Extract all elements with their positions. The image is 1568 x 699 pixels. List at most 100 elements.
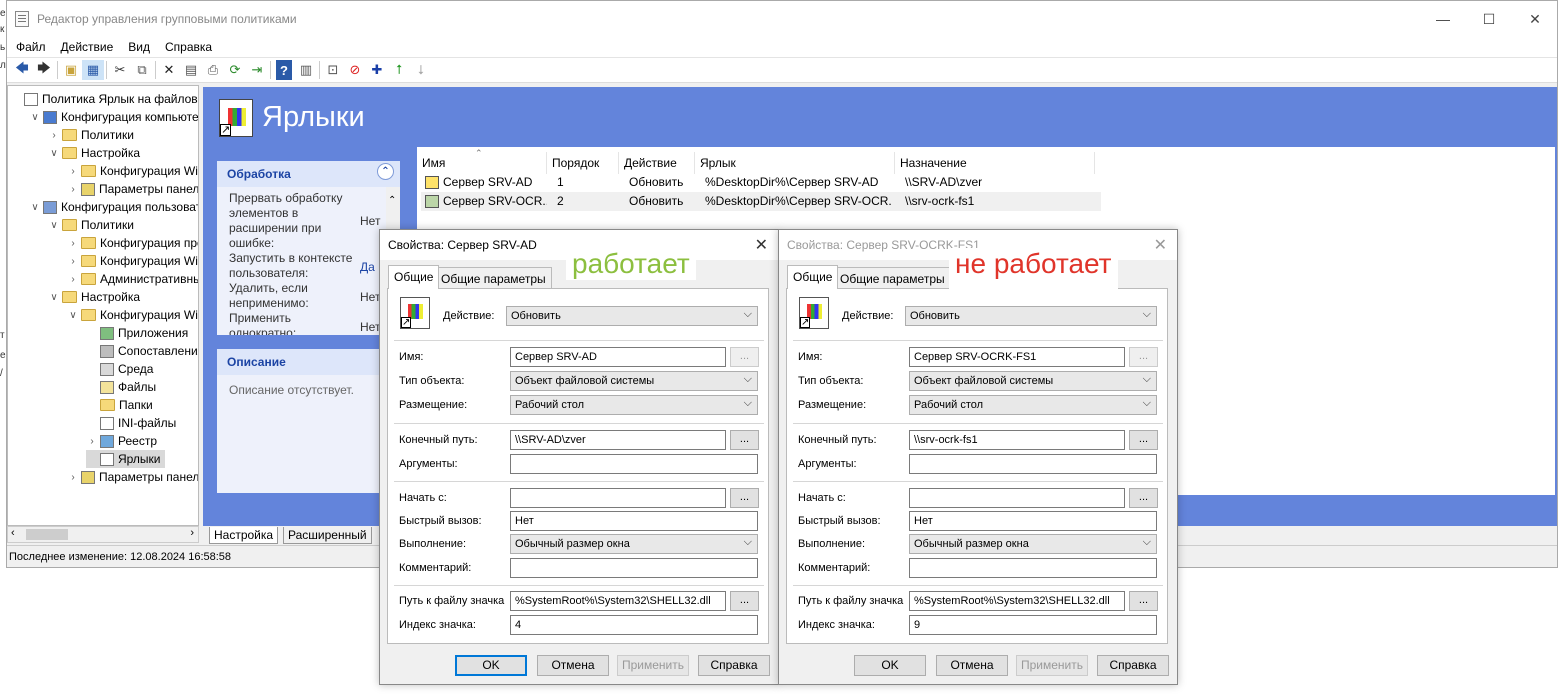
- arguments-field[interactable]: [909, 454, 1157, 474]
- chevron-right-icon[interactable]: ›: [67, 238, 79, 249]
- hotkey-field[interactable]: Нет: [909, 511, 1157, 531]
- tree-node[interactable]: › Параметры панели: [67, 180, 198, 198]
- tree-node[interactable]: › Реестр: [86, 432, 157, 450]
- icon-path-field[interactable]: %SystemRoot%\System32\SHELL32.dll: [909, 591, 1125, 611]
- tree-node[interactable]: › Конфигурация Wind: [67, 162, 198, 180]
- cut-icon[interactable]: ✂: [109, 60, 131, 80]
- apply-button[interactable]: Применить: [1016, 655, 1088, 676]
- scroll-thumb[interactable]: [26, 529, 68, 540]
- stop-icon[interactable]: ⊘: [344, 60, 366, 80]
- close-button[interactable]: ✕: [1512, 7, 1558, 31]
- chevron-down-icon[interactable]: ∨: [48, 292, 60, 303]
- action-select[interactable]: Обновить ⌵: [905, 306, 1157, 326]
- comment-field[interactable]: [909, 558, 1157, 578]
- console-icon[interactable]: ▥: [295, 60, 317, 80]
- chevron-down-icon[interactable]: ∨: [29, 202, 41, 213]
- menu-help[interactable]: Справка: [165, 40, 212, 54]
- tree-node[interactable]: ∨ Конфигурация Wind: [67, 306, 198, 324]
- chevron-down-icon[interactable]: ∨: [48, 220, 60, 231]
- chevron-right-icon[interactable]: ›: [67, 184, 79, 195]
- target-field[interactable]: \\SRV-AD\zver: [510, 430, 726, 450]
- chevron-right-icon[interactable]: ›: [67, 166, 79, 177]
- chevron-right-icon[interactable]: ›: [86, 436, 98, 447]
- tab-common-options[interactable]: Общие параметры: [435, 267, 552, 289]
- tree-node[interactable]: ∨ Настройка: [48, 288, 140, 306]
- move-down-icon[interactable]: ⭣: [410, 60, 432, 80]
- properties-icon[interactable]: ▤: [180, 60, 202, 80]
- icon-path-browse-button[interactable]: ...: [1129, 591, 1158, 611]
- tree-node[interactable]: Среда: [86, 360, 153, 378]
- tree-node[interactable]: › Конфигурация Wind: [67, 252, 198, 270]
- tree-node[interactable]: Сопоставления д: [86, 342, 198, 360]
- location-select[interactable]: Рабочий стол ⌵: [909, 395, 1157, 415]
- tree-node[interactable]: ∨ Настройка: [48, 144, 140, 162]
- action-select[interactable]: Обновить ⌵: [506, 306, 758, 326]
- apply-button[interactable]: Применить: [617, 655, 689, 676]
- chevron-down-icon[interactable]: ∨: [67, 310, 79, 321]
- name-field[interactable]: Сервер SRV-AD: [510, 347, 726, 367]
- tab-common-options[interactable]: Общие параметры: [834, 267, 951, 289]
- dialog-close-icon[interactable]: ✕: [1154, 235, 1167, 255]
- add-icon[interactable]: ✚: [366, 60, 388, 80]
- icon-index-field[interactable]: 4: [510, 615, 758, 635]
- name-browse-button[interactable]: ...: [1129, 347, 1158, 367]
- start-in-browse-button[interactable]: ...: [730, 488, 759, 508]
- copy-icon[interactable]: ⧉: [131, 60, 153, 80]
- icon-path-browse-button[interactable]: ...: [730, 591, 759, 611]
- tree-node[interactable]: ∨ Конфигурация пользовате: [29, 198, 198, 216]
- tree-node[interactable]: Файлы: [86, 378, 156, 396]
- list-row[interactable]: Сервер SRV-AD 1 Обновить %DesktopDir%\Се…: [421, 173, 1097, 192]
- up-folder-icon[interactable]: ▣: [60, 60, 82, 80]
- target-browse-button[interactable]: ...: [1129, 430, 1158, 450]
- tree-node[interactable]: Папки: [86, 396, 153, 414]
- tree-node[interactable]: Политика Ярлык на файловый: [10, 90, 198, 108]
- back-icon[interactable]: 🡄: [11, 60, 33, 80]
- arguments-field[interactable]: [510, 454, 758, 474]
- help-button[interactable]: Справка: [698, 655, 770, 676]
- tab-settings[interactable]: Настройка: [209, 527, 279, 544]
- minimize-button[interactable]: —: [1420, 7, 1466, 31]
- tree-node[interactable]: ∨ Конфигурация компьютер: [29, 108, 198, 126]
- help-button[interactable]: Справка: [1097, 655, 1169, 676]
- forward-icon[interactable]: 🡆: [33, 60, 55, 80]
- object-type-select[interactable]: Объект файловой системы ⌵: [909, 371, 1157, 391]
- help-icon[interactable]: ?: [276, 60, 292, 80]
- target-field[interactable]: \\srv-ocrk-fs1: [909, 430, 1125, 450]
- start-in-field[interactable]: [510, 488, 726, 508]
- maximize-button[interactable]: ☐: [1466, 7, 1512, 31]
- refresh-icon[interactable]: ⟳: [224, 60, 246, 80]
- list-row[interactable]: Сервер SRV-OCR... 2 Обновить %DesktopDir…: [421, 192, 1101, 211]
- delete-icon[interactable]: ✕: [158, 60, 180, 80]
- export-icon[interactable]: ⇥: [246, 60, 268, 80]
- tree-node[interactable]: › Конфигурация прог: [67, 234, 198, 252]
- chevron-right-icon[interactable]: ›: [67, 274, 79, 285]
- cancel-button[interactable]: Отмена: [537, 655, 609, 676]
- icon-path-field[interactable]: %SystemRoot%\System32\SHELL32.dll: [510, 591, 726, 611]
- tree-node[interactable]: › Административные: [67, 270, 198, 288]
- print-icon[interactable]: ⎙: [202, 60, 224, 80]
- chevron-right-icon[interactable]: ›: [67, 256, 79, 267]
- hotkey-field[interactable]: Нет: [510, 511, 758, 531]
- processing-item-value[interactable]: Да: [360, 260, 375, 274]
- column-header-order[interactable]: Порядок: [547, 152, 619, 174]
- start-in-field[interactable]: [909, 488, 1125, 508]
- run-select[interactable]: Обычный размер окна ⌵: [510, 534, 758, 554]
- scroll-right-icon[interactable]: ›: [190, 527, 194, 539]
- tab-general[interactable]: Общие: [388, 265, 440, 289]
- column-header-action[interactable]: Действие: [619, 152, 695, 174]
- cancel-button[interactable]: Отмена: [936, 655, 1008, 676]
- scroll-up-icon[interactable]: ⌃: [388, 195, 396, 206]
- location-select[interactable]: Рабочий стол ⌵: [510, 395, 758, 415]
- chevron-down-icon[interactable]: ∨: [48, 148, 60, 159]
- tab-extended[interactable]: Расширенный: [283, 527, 372, 544]
- chevron-right-icon[interactable]: ›: [67, 472, 79, 483]
- column-header-name[interactable]: Имя ⌃: [417, 148, 547, 174]
- target-browse-button[interactable]: ...: [730, 430, 759, 450]
- tree-node[interactable]: INI-файлы: [86, 414, 176, 432]
- ok-button[interactable]: OK: [854, 655, 926, 676]
- column-header-target[interactable]: Назначение: [895, 152, 1095, 174]
- move-up-icon[interactable]: ⭡: [388, 60, 410, 80]
- tab-general[interactable]: Общие: [787, 265, 839, 289]
- tree-node[interactable]: ∨ Политики: [48, 216, 134, 234]
- tree-node[interactable]: Приложения: [86, 324, 188, 342]
